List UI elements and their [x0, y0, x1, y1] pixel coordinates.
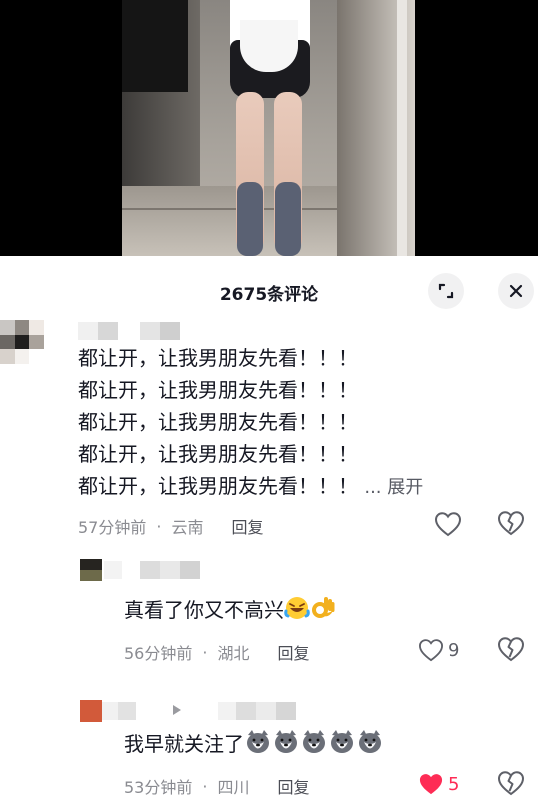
avatar[interactable] — [80, 700, 102, 722]
like-count: 9 — [448, 639, 460, 661]
comment-location: 云南 — [171, 518, 204, 537]
video-frame — [122, 0, 415, 256]
comment-line: 都让开，让我男朋友先看！！！ — [78, 410, 358, 434]
comment-body: 我早就关注了 — [124, 732, 244, 756]
reply-item: 真看了你又不高兴 56分钟前 · 湖北 回复 9 — [0, 556, 538, 666]
heart-icon — [418, 639, 444, 662]
username-blurred[interactable] — [104, 561, 200, 579]
like-button-active[interactable]: 5 — [418, 770, 459, 798]
husky-emoji-icon — [275, 730, 297, 753]
laughing-tears-emoji-icon — [284, 597, 310, 619]
comment-line: 都让开，让我男朋友先看！！！ — [78, 442, 358, 466]
comment-line: 都让开，让我男朋友先看！！！ — [78, 378, 358, 402]
broken-heart-icon — [497, 511, 525, 536]
username-blurred[interactable] — [78, 322, 180, 340]
expand-button[interactable] — [428, 273, 464, 309]
husky-emoji-icon — [247, 730, 269, 753]
husky-emoji-icon — [359, 730, 381, 753]
triangle-right-icon — [173, 705, 181, 715]
comment-line: 都让开，让我男朋友先看！！！ — [78, 346, 358, 370]
like-button[interactable]: 9 — [418, 636, 459, 664]
reply-button[interactable]: 回复 — [277, 640, 309, 664]
husky-emoji-icon — [303, 730, 325, 753]
husky-emoji-icon — [331, 730, 353, 753]
dislike-button[interactable] — [497, 636, 525, 664]
comment-location: 四川 — [217, 778, 250, 797]
comment-meta: 57分钟前 · 云南 回复 — [78, 514, 264, 538]
username-blurred[interactable] — [102, 702, 148, 720]
video-player[interactable] — [0, 0, 538, 256]
close-icon — [509, 284, 523, 298]
reply-button[interactable]: 回复 — [277, 774, 309, 798]
dislike-button[interactable] — [497, 770, 525, 798]
expand-icon — [438, 283, 454, 299]
comment-location: 湖北 — [217, 644, 250, 663]
broken-heart-icon — [497, 637, 525, 662]
comment-line: 都让开，让我男朋友先看！！！ — [78, 474, 358, 498]
ok-hand-emoji-icon — [312, 597, 335, 618]
heart-icon — [434, 512, 462, 537]
comment-item: 都让开，让我男朋友先看！！！ 都让开，让我男朋友先看！！！ 都让开，让我男朋友先… — [0, 318, 538, 548]
comment-meta: 56分钟前 · 湖北 回复 — [124, 640, 310, 664]
avatar[interactable] — [80, 559, 102, 581]
broken-heart-icon — [497, 771, 525, 796]
comments-header: 2675条评论 — [0, 256, 538, 326]
comment-text: 真看了你又不高兴 — [124, 594, 336, 626]
separator-dot: · — [202, 642, 208, 662]
comment-meta: 53分钟前 · 四川 回复 — [124, 774, 310, 798]
heart-filled-icon — [419, 774, 443, 795]
comment-text: 我早就关注了 — [124, 728, 384, 760]
reply-to-username-blurred[interactable] — [218, 702, 296, 720]
separator-dot: · — [202, 776, 208, 796]
reply-button[interactable]: 回复 — [231, 514, 263, 538]
close-button[interactable] — [498, 273, 534, 309]
dislike-button[interactable] — [497, 510, 525, 538]
comment-body: 真看了你又不高兴 — [124, 598, 284, 622]
like-button[interactable] — [434, 510, 462, 538]
comment-time: 56分钟前 — [124, 644, 193, 663]
comment-time: 53分钟前 — [124, 778, 193, 797]
like-count: 5 — [448, 773, 460, 795]
separator-dot: · — [156, 516, 162, 536]
comment-text: 都让开，让我男朋友先看！！！ 都让开，让我男朋友先看！！！ 都让开，让我男朋友先… — [78, 342, 423, 504]
reply-item: 我早就关注了 53分钟前 · 四川 回复 5 — [0, 698, 538, 800]
avatar[interactable] — [0, 320, 44, 364]
comment-time: 57分钟前 — [78, 518, 147, 537]
expand-comment-link[interactable]: ... 展开 — [364, 477, 423, 498]
